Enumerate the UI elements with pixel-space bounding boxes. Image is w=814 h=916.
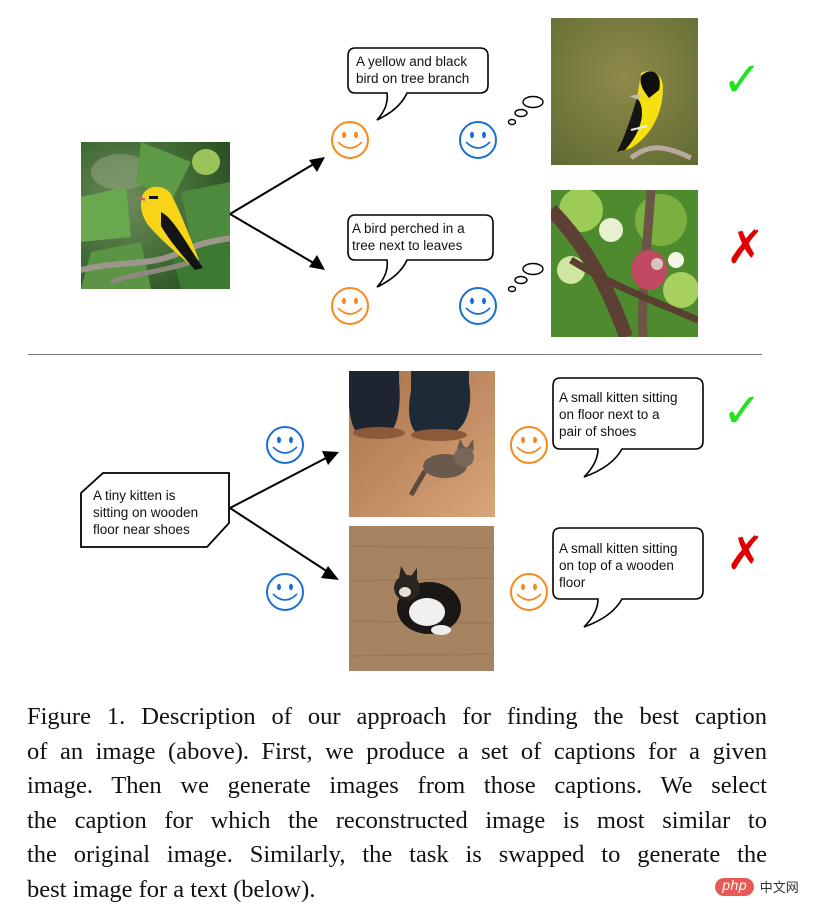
caption-line: A bird perched in a	[352, 221, 465, 236]
thought-bubble-icon	[507, 262, 544, 293]
orange-smiley-icon	[510, 573, 548, 611]
branch-arrows-top	[229, 157, 325, 270]
caption-line: pair of shoes	[559, 424, 637, 439]
caption-line: A yellow and black	[356, 54, 468, 69]
orange-smiley-icon	[510, 426, 548, 464]
panel-divider	[28, 354, 762, 355]
checkmark-icon: ✓	[722, 383, 763, 439]
cross-icon: ✗	[726, 220, 765, 274]
blue-smiley-icon	[266, 573, 304, 611]
generated-bird-photo-2	[551, 190, 698, 337]
caption-text-line: the original image. Similarly, the task …	[27, 841, 767, 868]
blue-smiley-icon	[459, 287, 497, 325]
input-bird-photo	[81, 142, 230, 289]
cross-icon: ✗	[726, 526, 765, 580]
generated-kitten-photo-2	[349, 526, 494, 671]
orange-smiley-icon	[331, 287, 369, 325]
blue-smiley-icon	[459, 121, 497, 159]
checkmark-icon: ✓	[722, 52, 763, 108]
generated-kitten-photo-1	[349, 371, 495, 517]
orange-smiley-icon	[331, 121, 369, 159]
caption-line: floor	[559, 575, 586, 590]
branch-arrows-bottom	[229, 451, 339, 580]
generated-bird-photo-1	[551, 18, 698, 165]
blue-smiley-icon	[266, 426, 304, 464]
caption-line: tree next to leaves	[352, 238, 463, 253]
figure-caption: Figure 1. Description of our approach fo…	[27, 700, 767, 907]
input-text-line: sitting on wooden	[93, 505, 199, 520]
input-text-line: A tiny kitten is	[93, 488, 176, 503]
watermark-text: 中文网	[759, 881, 799, 896]
caption-text-line: Figure 1. Description of our approach fo…	[27, 703, 767, 730]
caption-text-line: best image for a text (below).	[27, 875, 316, 903]
caption-text-line: image. Then we generate images from thos…	[27, 772, 767, 799]
watermark: php 中文网	[715, 877, 799, 896]
caption-line: bird on tree branch	[356, 71, 470, 86]
input-text-line: floor near shoes	[93, 522, 190, 537]
caption-line: A small kitten sitting	[559, 541, 678, 556]
thought-bubble-icon	[507, 95, 544, 126]
watermark-logo: php	[715, 877, 754, 896]
caption-text-line: the caption for which the reconstructed …	[27, 806, 767, 834]
caption-line: on top of a wooden	[559, 558, 674, 573]
caption-line: A small kitten sitting	[559, 390, 678, 405]
caption-text-line: of an image (above). First, we produce a…	[27, 737, 767, 765]
caption-line: on floor next to a	[559, 407, 660, 422]
